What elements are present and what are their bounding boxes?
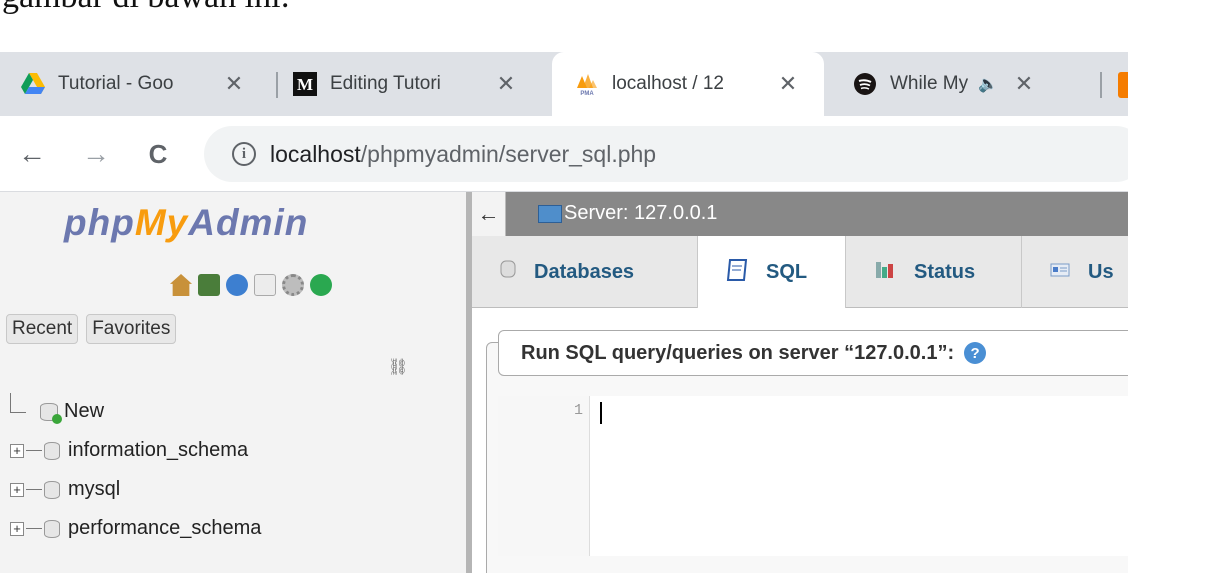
users-icon <box>1050 261 1070 284</box>
status-icon <box>874 258 896 286</box>
phpmyadmin-logo[interactable]: phpMyAdmin <box>64 202 308 244</box>
browser-tab-localhost[interactable]: PMA localhost / 12 ✕ <box>552 52 824 116</box>
svg-text:PMA: PMA <box>580 91 594 96</box>
tab-separator <box>276 72 278 98</box>
settings-icon[interactable] <box>282 274 304 296</box>
tab-label: Us <box>1088 260 1114 283</box>
expand-icon[interactable]: + <box>10 443 24 458</box>
new-database-icon <box>40 402 62 424</box>
tree-line <box>26 489 42 490</box>
link-with-main-panel-icon[interactable]: ⛓ <box>388 357 408 377</box>
logo-admin: Admin <box>188 202 309 243</box>
database-tree: New + information_schema + mysql + perfo… <box>10 392 261 548</box>
line-number: 1 <box>573 402 583 419</box>
sql-query-heading: Run SQL query/queries on server “127.0.0… <box>498 330 1128 376</box>
expand-icon[interactable]: + <box>10 521 24 536</box>
help-icon[interactable]: ? <box>964 342 987 364</box>
url-text[interactable]: localhost/phpmyadmin/server_sql.php <box>270 141 656 168</box>
forward-icon[interactable]: → <box>78 134 114 174</box>
tree-item-new[interactable]: New <box>10 392 261 431</box>
tab-databases[interactable]: Databases <box>472 236 698 308</box>
tree-item-label[interactable]: performance_schema <box>68 517 261 540</box>
text-cursor <box>600 402 602 424</box>
tree-item-mysql[interactable]: + mysql <box>10 470 261 509</box>
collapse-navigation-icon[interactable]: ← <box>472 192 506 236</box>
tab-title: Tutorial - Goo <box>58 73 174 94</box>
exit-icon[interactable] <box>198 274 220 296</box>
browser-toolbar: ← → C i localhost/phpmyadmin/server_sql.… <box>0 116 1128 192</box>
reload-icon[interactable] <box>310 274 332 296</box>
navigation-panel: phpMyAdmin Recent Favorites ⛓ New + info… <box>0 192 466 573</box>
url-host: localhost <box>270 140 361 167</box>
server-link[interactable]: Server: 127.0.0.1 <box>564 202 717 225</box>
sql-content: Run SQL query/queries on server “127.0.0… <box>472 308 1128 573</box>
close-tab-icon[interactable]: ✕ <box>222 71 246 97</box>
server-icon <box>538 205 562 223</box>
url-path: /phpmyadmin/server_sql.php <box>360 140 657 167</box>
tree-item-label[interactable]: mysql <box>68 478 120 501</box>
info-icon[interactable]: i <box>232 142 256 166</box>
help-icon[interactable] <box>226 274 248 296</box>
tree-line <box>26 528 42 529</box>
main-panel: ← Server: 127.0.0.1 Databases SQL Status… <box>472 192 1128 573</box>
tab-status[interactable]: Status <box>846 236 1022 308</box>
tree-item-performance-schema[interactable]: + performance_schema <box>10 509 261 548</box>
database-icon <box>44 441 60 460</box>
google-drive-icon <box>20 71 46 97</box>
close-tab-icon[interactable]: ✕ <box>494 71 518 97</box>
recent-favorites: Recent Favorites <box>6 314 177 344</box>
reload-icon[interactable]: C <box>140 134 176 174</box>
tab-label: Status <box>914 260 976 283</box>
home-icon[interactable] <box>170 274 192 296</box>
database-icon <box>44 519 60 538</box>
sql-query-editor[interactable]: 1 <box>498 396 1128 556</box>
medium-icon: M <box>292 71 318 97</box>
tab-title: Editing Tutori <box>330 73 441 94</box>
tab-title: localhost / 12 <box>612 73 724 94</box>
logo-php: php <box>64 202 135 243</box>
tab-separator <box>1100 72 1102 98</box>
page-caption: gambar di bawah ini: <box>2 0 602 21</box>
audio-playing-icon[interactable]: 🔈 <box>978 74 998 94</box>
tab-title: While My <box>890 73 969 94</box>
recent-button[interactable]: Recent <box>6 314 79 344</box>
main-tabs: Databases SQL Status Us <box>472 236 1128 309</box>
svg-text:M: M <box>297 75 313 94</box>
browser-tab-tutorial[interactable]: Tutorial - Goo ✕ <box>20 52 268 116</box>
line-gutter: 1 <box>498 396 590 556</box>
phpmyadmin-icon: PMA <box>574 71 600 97</box>
page-margin <box>1128 0 1215 573</box>
tab-label: SQL <box>766 261 808 283</box>
tree-item-label[interactable]: New <box>64 400 104 423</box>
close-tab-icon[interactable]: ✕ <box>776 71 800 97</box>
spotify-icon <box>852 71 878 97</box>
server-breadcrumb: ← Server: 127.0.0.1 <box>472 192 1128 236</box>
tab-users[interactable]: Us <box>1022 236 1128 308</box>
close-tab-icon[interactable]: ✕ <box>1012 71 1036 97</box>
browser-tab-editing[interactable]: M Editing Tutori ✕ <box>292 52 536 116</box>
tree-line <box>10 392 26 413</box>
docs-icon[interactable] <box>254 274 276 296</box>
browser-window: Tutorial - Goo ✕ M Editing Tutori ✕ PMA … <box>0 52 1128 573</box>
expand-icon[interactable]: + <box>10 482 24 497</box>
tree-item-label[interactable]: information_schema <box>68 439 248 462</box>
database-icon <box>500 259 516 285</box>
database-icon <box>44 480 60 499</box>
browser-tab-spotify[interactable]: While My 🔈 ✕ <box>852 52 1100 116</box>
back-icon[interactable]: ← <box>14 134 50 174</box>
sql-icon <box>726 258 748 288</box>
address-bar[interactable]: i localhost/phpmyadmin/server_sql.php <box>204 126 1128 182</box>
tree-item-information-schema[interactable]: + information_schema <box>10 431 261 470</box>
partial-tab-favicon[interactable] <box>1118 72 1128 98</box>
tab-label: Databases <box>534 260 635 283</box>
tab-strip: Tutorial - Goo ✕ M Editing Tutori ✕ PMA … <box>0 52 1128 116</box>
sql-query-heading-text: Run SQL query/queries on server “127.0.0… <box>521 341 955 364</box>
tree-line <box>26 450 42 451</box>
logo-my: My <box>134 202 189 243</box>
quick-icons <box>170 274 332 296</box>
favorites-button[interactable]: Favorites <box>86 314 177 344</box>
tab-sql[interactable]: SQL <box>698 236 846 309</box>
